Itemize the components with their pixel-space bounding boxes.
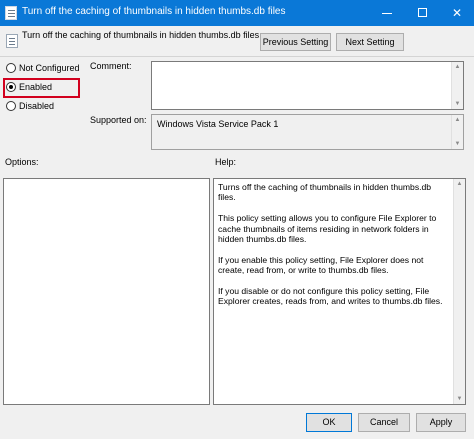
options-panel [3, 178, 210, 405]
setting-title: Turn off the caching of thumbnails in hi… [22, 30, 260, 40]
header-divider [0, 56, 474, 57]
radio-label: Not Configured [19, 62, 80, 73]
minimize-icon [382, 13, 392, 15]
help-text: Turns off the caching of thumbnails in h… [218, 182, 451, 317]
cancel-button[interactable]: Cancel [358, 413, 410, 432]
scroll-up-icon[interactable]: ▲ [454, 179, 465, 189]
minimize-button[interactable] [370, 0, 404, 26]
next-setting-button[interactable]: Next Setting [336, 33, 404, 51]
maximize-icon [417, 8, 427, 18]
comment-label: Comment: [90, 61, 132, 71]
title-bar: Turn off the caching of thumbnails in hi… [0, 0, 474, 26]
comment-textarea[interactable]: ▲ ▼ [151, 61, 464, 110]
help-paragraph: Turns off the caching of thumbnails in h… [218, 182, 432, 203]
radio-not-configured[interactable]: Not Configured [6, 62, 80, 76]
options-label: Options: [5, 157, 39, 167]
help-paragraph: If you disable or do not configure this … [218, 286, 443, 307]
comment-scrollbar[interactable]: ▲ ▼ [451, 62, 463, 109]
enabled-highlight-box [3, 78, 80, 98]
supported-on-label: Supported on: [90, 115, 147, 125]
scroll-up-icon[interactable]: ▲ [452, 115, 463, 125]
supported-on-value: Windows Vista Service Pack 1 [157, 119, 279, 129]
scroll-down-icon[interactable]: ▼ [452, 99, 463, 109]
scroll-down-icon[interactable]: ▼ [452, 139, 463, 149]
help-paragraph: If you enable this policy setting, File … [218, 254, 424, 276]
scroll-up-icon[interactable]: ▲ [452, 62, 463, 72]
scroll-down-icon[interactable]: ▼ [454, 394, 465, 404]
radio-label: Disabled [19, 100, 55, 111]
close-button[interactable]: ✕ [440, 0, 474, 26]
supported-scrollbar[interactable]: ▲ ▼ [451, 115, 463, 149]
previous-setting-button[interactable]: Previous Setting [260, 33, 331, 51]
window-title: Turn off the caching of thumbnails in hi… [22, 6, 286, 17]
apply-button[interactable]: Apply [416, 413, 466, 432]
radio-button[interactable] [6, 62, 16, 73]
radio-disabled[interactable]: Disabled [6, 100, 54, 114]
policy-document-icon [5, 6, 17, 20]
supported-on-field: Windows Vista Service Pack 1 ▲ ▼ [151, 114, 464, 150]
help-panel: Turns off the caching of thumbnails in h… [213, 178, 466, 405]
close-icon: ✕ [451, 6, 463, 20]
radio-button[interactable] [6, 100, 16, 111]
setting-document-icon [6, 34, 18, 48]
help-label: Help: [215, 157, 237, 167]
ok-button[interactable]: OK [306, 413, 352, 432]
maximize-button[interactable] [405, 0, 439, 26]
help-paragraph: This policy setting allows you to config… [218, 213, 437, 245]
help-scrollbar[interactable]: ▲ ▼ [453, 179, 465, 404]
